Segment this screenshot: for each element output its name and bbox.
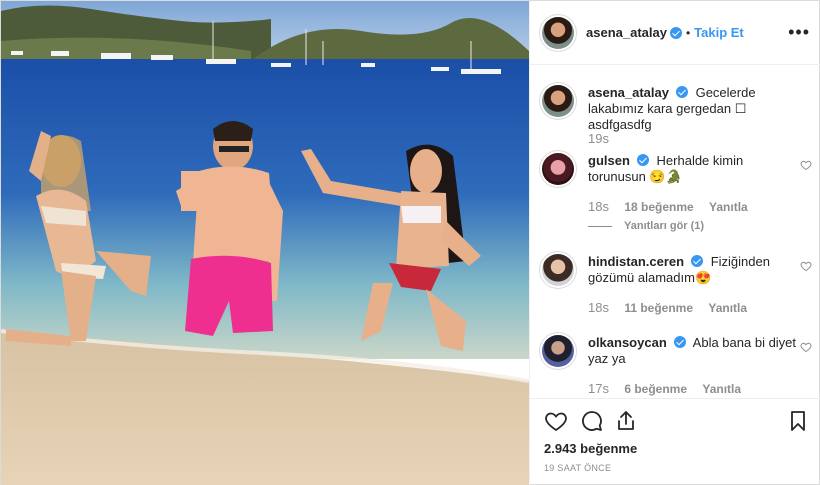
comment-time[interactable]: 18s xyxy=(588,199,609,214)
verified-icon xyxy=(636,154,649,166)
comment-likes[interactable]: 18 beğenme xyxy=(624,200,693,214)
reply-button[interactable]: Yanıtla xyxy=(702,382,741,396)
instagram-post: asena_atalay • Takip Et ••• asena_atalay… xyxy=(0,0,820,485)
separator-dot: • xyxy=(685,25,691,40)
author-avatar[interactable] xyxy=(542,16,574,49)
post-header: asena_atalay • Takip Et ••• xyxy=(530,1,820,65)
beach-photo xyxy=(1,1,529,485)
post-timestamp[interactable]: 19 SAAT ÖNCE xyxy=(544,463,611,473)
comment-time[interactable]: 17s xyxy=(588,381,609,396)
comment-meta: 17s 6 beğenme Yanıtla xyxy=(588,381,753,396)
comment-likes[interactable]: 11 beğenme xyxy=(624,301,693,315)
comment-text: olkansoycan Abla bana bi diyet yaz ya xyxy=(588,335,798,367)
post-photo[interactable] xyxy=(1,1,529,485)
commenter-avatar[interactable] xyxy=(542,153,574,185)
comment-meta: 18s 18 beğenme Yanıtla xyxy=(588,199,760,214)
commenter-avatar[interactable] xyxy=(542,335,574,367)
caption-text: asena_atalay Gecelerde lakabımız kara ge… xyxy=(588,85,798,133)
comment-icon[interactable] xyxy=(580,409,604,433)
post-sidebar: asena_atalay • Takip Et ••• asena_atalay… xyxy=(529,1,820,485)
verified-icon xyxy=(675,86,688,98)
post-actions: 2.943 beğenme 19 SAAT ÖNCE xyxy=(530,398,820,485)
comment-username[interactable]: hindistan.ceren xyxy=(588,254,684,269)
reply-button[interactable]: Yanıtla xyxy=(709,200,748,214)
comments-list[interactable]: asena_atalay Gecelerde lakabımız kara ge… xyxy=(530,66,820,398)
replies-line xyxy=(588,225,612,227)
comment-like-heart-icon[interactable] xyxy=(800,341,812,353)
commenter-avatar[interactable] xyxy=(542,254,574,286)
follow-button[interactable]: Takip Et xyxy=(694,25,744,40)
likes-count[interactable]: 2.943 beğenme xyxy=(544,441,637,456)
comment-time[interactable]: 18s xyxy=(588,300,609,315)
comment-text: hindistan.ceren Fiziğinden gözümü alamad… xyxy=(588,254,798,286)
comment-username[interactable]: olkansoycan xyxy=(588,335,667,350)
view-replies-label: Yanıtları gör (1) xyxy=(624,220,705,232)
verified-icon xyxy=(691,255,704,267)
comment-likes[interactable]: 6 beğenme xyxy=(624,382,687,396)
comment-text: gulsen Herhalde kimin torunusun 😏🐊 xyxy=(588,153,798,185)
share-icon[interactable] xyxy=(614,409,638,433)
comment-like-heart-icon[interactable] xyxy=(800,159,812,171)
verified-icon xyxy=(673,336,686,348)
more-icon[interactable]: ••• xyxy=(788,23,810,41)
comment-like-heart-icon[interactable] xyxy=(800,260,812,272)
comment-meta: 18s 11 beğenme Yanıtla xyxy=(588,300,759,315)
comment-username[interactable]: gulsen xyxy=(588,153,630,168)
author-username[interactable]: asena_atalay xyxy=(586,25,667,40)
heart-icon[interactable] xyxy=(544,409,568,433)
bookmark-icon[interactable] xyxy=(786,409,810,433)
view-replies-button[interactable]: Yanıtları gör (1) xyxy=(588,220,704,232)
caption-username[interactable]: asena_atalay xyxy=(588,85,669,100)
caption-meta: 19s xyxy=(588,131,621,146)
verified-icon xyxy=(669,26,682,39)
author-avatar[interactable] xyxy=(542,85,574,117)
caption-time[interactable]: 19s xyxy=(588,131,609,146)
reply-button[interactable]: Yanıtla xyxy=(708,301,747,315)
